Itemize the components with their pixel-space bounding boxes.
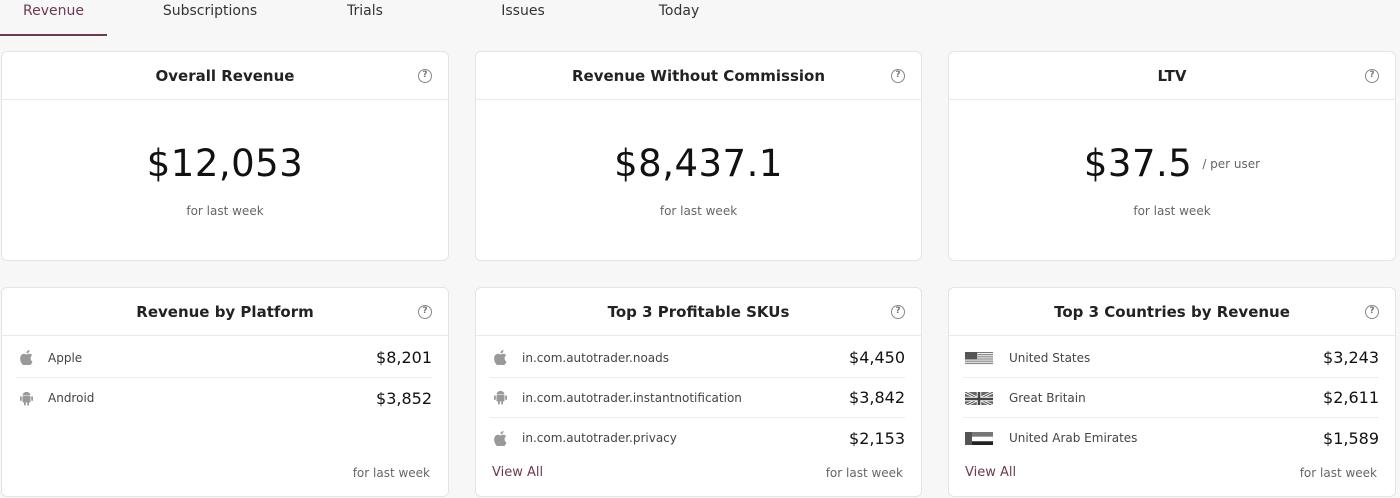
revenue-by-platform-card: Revenue by Platform ? Apple $8,201 Andro… — [1, 287, 449, 497]
list-item: in.com.autotrader.instantnotification $3… — [490, 378, 905, 418]
country-list: United States $3,243 Great Britain $2,61… — [963, 338, 1379, 458]
overall-revenue-card: Overall Revenue ? $12,053 for last week — [1, 51, 449, 261]
card-title: Top 3 Countries by Revenue — [1054, 302, 1290, 321]
platform-label: Apple — [48, 350, 83, 365]
apple-icon — [492, 430, 508, 446]
platform-label: Android — [48, 391, 95, 405]
list-item: in.com.autotrader.privacy $2,153 — [490, 418, 905, 458]
period-label: for last week — [186, 204, 264, 218]
top-countries-card: Top 3 Countries by Revenue ? United Stat… — [948, 287, 1396, 497]
help-icon[interactable]: ? — [1365, 305, 1379, 319]
country-value: $2,611 — [1323, 388, 1379, 407]
platform-value: $8,201 — [376, 348, 432, 367]
revenue-without-commission-value: $8,437.1 — [614, 142, 783, 185]
view-all-link[interactable]: View All — [492, 465, 543, 480]
view-all-link[interactable]: View All — [965, 465, 1016, 480]
card-title: Overall Revenue — [155, 66, 295, 85]
card-title: Revenue by Platform — [136, 302, 314, 321]
nav-tabs: Revenue Subscriptions Trials Issues Toda… — [0, 0, 1400, 36]
help-icon[interactable]: ? — [418, 69, 432, 83]
card-header: Top 3 Profitable SKUs — [476, 288, 921, 336]
platform-list: Apple $8,201 Android $3,852 — [16, 338, 432, 418]
ltv-value: $37.5 — [1083, 142, 1193, 185]
country-label: United States — [1009, 350, 1091, 365]
card-header: Revenue Without Commission — [476, 52, 921, 100]
help-icon[interactable]: ? — [891, 69, 905, 83]
help-icon[interactable]: ? — [1365, 69, 1379, 83]
sku-label: in.com.autotrader.privacy — [522, 431, 677, 445]
card-title: LTV — [1157, 66, 1187, 85]
tab-issues[interactable]: Issues — [488, 0, 558, 36]
card-title: Top 3 Profitable SKUs — [607, 302, 790, 321]
sku-value: $3,842 — [849, 388, 905, 407]
top-skus-card: Top 3 Profitable SKUs ? in.com.autotrade… — [475, 287, 922, 497]
sku-list: in.com.autotrader.noads $4,450 in.com.au… — [490, 338, 905, 458]
sku-value: $4,450 — [849, 348, 905, 367]
country-label: United Arab Emirates — [1009, 431, 1138, 445]
ltv-value-row: $37.5 / per user — [949, 142, 1395, 185]
tab-trials[interactable]: Trials — [330, 0, 400, 36]
card-header: Top 3 Countries by Revenue — [949, 288, 1395, 336]
card-header: Overall Revenue — [2, 52, 448, 100]
list-item: Android $3,852 — [16, 378, 432, 418]
list-item: Apple $8,201 — [16, 338, 432, 378]
android-icon — [492, 390, 508, 406]
ltv-card: LTV ? $37.5 / per user for last week — [948, 51, 1396, 261]
card-header: LTV — [949, 52, 1395, 100]
period-label: for last week — [1299, 466, 1377, 480]
card-header: Revenue by Platform — [2, 288, 448, 336]
per-user-label: / per user — [1202, 157, 1261, 171]
android-icon — [18, 390, 34, 406]
sku-label: in.com.autotrader.instantnotification — [522, 390, 742, 405]
tab-revenue[interactable]: Revenue — [0, 0, 107, 36]
list-item: Great Britain $2,611 — [963, 378, 1379, 418]
help-icon[interactable]: ? — [418, 305, 432, 319]
card-title: Revenue Without Commission — [571, 66, 826, 85]
country-value: $1,589 — [1323, 428, 1379, 448]
tab-subscriptions[interactable]: Subscriptions — [150, 0, 270, 36]
period-label: for last week — [825, 466, 903, 480]
sku-label: in.com.autotrader.noads — [522, 350, 670, 365]
list-item: United Arab Emirates $1,589 — [963, 418, 1379, 458]
sku-value: $2,153 — [849, 428, 905, 448]
period-label: for last week — [352, 466, 430, 480]
period-label: for last week — [1133, 204, 1211, 218]
apple-icon — [492, 350, 508, 366]
us-flag-icon — [965, 351, 993, 365]
overall-revenue-value: $12,053 — [146, 142, 304, 185]
ae-flag-icon — [965, 431, 993, 445]
tab-today[interactable]: Today — [644, 0, 714, 36]
list-item: in.com.autotrader.noads $4,450 — [490, 338, 905, 378]
help-icon[interactable]: ? — [891, 305, 905, 319]
period-label: for last week — [659, 204, 738, 218]
country-value: $3,243 — [1323, 348, 1379, 367]
revenue-without-commission-card: Revenue Without Commission ? $8,437.1 fo… — [475, 51, 922, 261]
gb-flag-icon — [965, 390, 993, 405]
list-item: United States $3,243 — [963, 338, 1379, 378]
platform-value: $3,852 — [376, 388, 432, 408]
country-label: Great Britain — [1009, 390, 1086, 405]
apple-icon — [18, 350, 34, 366]
